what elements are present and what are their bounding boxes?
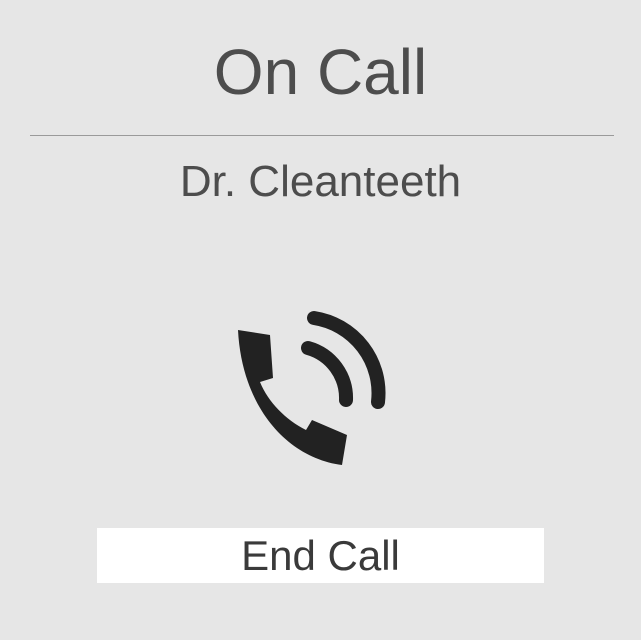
- phone-call-icon: [228, 308, 398, 478]
- caller-name: Dr. Cleanteeth: [179, 157, 462, 206]
- page-title: On Call: [213, 36, 428, 108]
- call-screen: On Call Dr. Cleanteeth End Call: [0, 0, 641, 640]
- divider: [30, 135, 614, 136]
- end-call-button[interactable]: End Call: [97, 528, 544, 583]
